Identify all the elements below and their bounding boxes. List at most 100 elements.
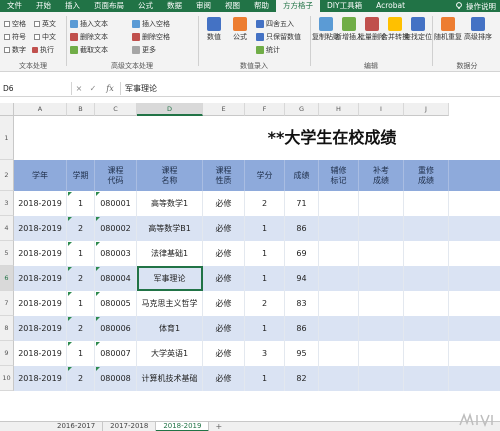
ribbon-tab[interactable]: DIY工具箱 bbox=[320, 0, 369, 12]
ribbon-tab[interactable]: 审阅 bbox=[189, 0, 218, 12]
table-cell[interactable] bbox=[404, 216, 449, 241]
table-cell[interactable]: 2 bbox=[67, 216, 95, 241]
table-header-cell[interactable]: 课程 性质 bbox=[203, 160, 245, 191]
table-cell[interactable]: 1 bbox=[245, 241, 285, 266]
table-cell[interactable]: 必修 bbox=[203, 241, 245, 266]
table-cell[interactable]: 必修 bbox=[203, 191, 245, 216]
sheet-tab[interactable]: 2017-2018 bbox=[103, 422, 157, 431]
statistics-button[interactable]: 统计 bbox=[256, 45, 280, 55]
add-sheet-icon[interactable]: + bbox=[209, 422, 228, 431]
table-cell[interactable] bbox=[404, 266, 449, 291]
ribbon-tab[interactable]: Acrobat bbox=[369, 0, 412, 12]
table-cell[interactable]: 1 bbox=[245, 266, 285, 291]
table-cell[interactable]: 2018-2019 bbox=[14, 216, 67, 241]
table-cell[interactable]: 必修 bbox=[203, 366, 245, 391]
table-header-cell[interactable]: 学分 bbox=[245, 160, 285, 191]
table-header-cell[interactable]: 学年 bbox=[14, 160, 67, 191]
row-header[interactable]: 1 bbox=[0, 116, 14, 160]
table-cell[interactable]: 2018-2019 bbox=[14, 241, 67, 266]
column-header[interactable]: J bbox=[404, 103, 449, 116]
formula-button[interactable]: 公式 bbox=[226, 17, 254, 41]
table-cell[interactable] bbox=[359, 341, 404, 366]
table-cell[interactable]: 2018-2019 bbox=[14, 341, 67, 366]
sheet-tab[interactable]: 2018-2019 bbox=[156, 422, 210, 431]
table-header-cell[interactable]: 课程 代码 bbox=[95, 160, 137, 191]
column-header[interactable]: D bbox=[137, 103, 203, 116]
row-header[interactable]: 2 bbox=[0, 160, 14, 191]
ribbon-tab[interactable]: 文件 bbox=[0, 0, 29, 12]
row-header[interactable]: 7 bbox=[0, 291, 14, 316]
table-cell[interactable]: 必修 bbox=[203, 216, 245, 241]
table-cell[interactable] bbox=[359, 266, 404, 291]
check-symbol[interactable]: 符号 bbox=[4, 32, 26, 42]
column-header[interactable]: G bbox=[285, 103, 319, 116]
table-cell[interactable]: 高等数学B1 bbox=[137, 216, 203, 241]
function-icon[interactable]: fx bbox=[100, 84, 120, 93]
table-cell[interactable]: 大学英语1 bbox=[137, 341, 203, 366]
table-cell[interactable]: 2018-2019 bbox=[14, 316, 67, 341]
table-cell[interactable]: 86 bbox=[285, 316, 319, 341]
table-cell[interactable]: 必修 bbox=[203, 341, 245, 366]
table-cell[interactable]: 2 bbox=[245, 191, 285, 216]
table-cell[interactable] bbox=[404, 291, 449, 316]
table-cell[interactable] bbox=[359, 291, 404, 316]
table-cell[interactable] bbox=[404, 341, 449, 366]
ribbon-tab[interactable]: 开始 bbox=[29, 0, 58, 12]
round-button[interactable]: 四舍五入 bbox=[256, 19, 294, 29]
table-header-cell[interactable]: 补考 成绩 bbox=[359, 160, 404, 191]
table-cell[interactable]: 法律基础1 bbox=[137, 241, 203, 266]
table-cell[interactable]: 1 bbox=[67, 241, 95, 266]
table-cell[interactable] bbox=[404, 241, 449, 266]
table-cell[interactable] bbox=[359, 241, 404, 266]
table-cell[interactable]: 2018-2019 bbox=[14, 191, 67, 216]
table-cell[interactable]: 1 bbox=[245, 316, 285, 341]
table-cell[interactable] bbox=[319, 366, 359, 391]
numeric-button[interactable]: 数值 bbox=[200, 17, 228, 41]
table-cell[interactable]: 2 bbox=[245, 291, 285, 316]
table-cell[interactable] bbox=[319, 241, 359, 266]
select-all-corner[interactable] bbox=[0, 103, 14, 116]
column-header[interactable]: C bbox=[95, 103, 137, 116]
table-cell[interactable] bbox=[319, 216, 359, 241]
table-cell[interactable]: 1 bbox=[245, 216, 285, 241]
table-cell[interactable]: 3 bbox=[245, 341, 285, 366]
table-cell[interactable]: 必修 bbox=[203, 291, 245, 316]
table-cell[interactable] bbox=[359, 316, 404, 341]
tell-me-search[interactable]: 操作说明 bbox=[451, 1, 500, 12]
table-cell[interactable] bbox=[319, 341, 359, 366]
ribbon-tab[interactable]: 公式 bbox=[131, 0, 160, 12]
table-cell[interactable] bbox=[319, 291, 359, 316]
table-cell[interactable]: 1 bbox=[245, 366, 285, 391]
table-cell[interactable]: 080007 bbox=[95, 341, 137, 366]
row-header[interactable]: 9 bbox=[0, 341, 14, 366]
ribbon-tab[interactable]: 数据 bbox=[160, 0, 189, 12]
sheet-tab[interactable]: 2016-2017 bbox=[50, 422, 104, 431]
table-cell[interactable]: 080003 bbox=[95, 241, 137, 266]
table-cell[interactable]: 计算机技术基础 bbox=[137, 366, 203, 391]
table-cell[interactable]: 必修 bbox=[203, 316, 245, 341]
table-cell[interactable] bbox=[319, 266, 359, 291]
column-header[interactable]: B bbox=[67, 103, 95, 116]
random-repeat-button[interactable]: 随机重复 bbox=[434, 17, 462, 41]
find-locate-button[interactable]: 查找定位 bbox=[404, 17, 432, 41]
insert-text-button[interactable]: 插入文本 bbox=[70, 19, 108, 29]
table-cell[interactable]: 马克思主义哲学 bbox=[137, 291, 203, 316]
table-cell[interactable]: 体育1 bbox=[137, 316, 203, 341]
table-header-cell[interactable]: 重修 成绩 bbox=[404, 160, 449, 191]
table-cell[interactable]: 94 bbox=[285, 266, 319, 291]
table-cell[interactable] bbox=[359, 366, 404, 391]
table-header-cell[interactable]: 课程 名称 bbox=[137, 160, 203, 191]
check-space[interactable]: 空格 bbox=[4, 19, 26, 29]
advanced-sort-button[interactable]: 高级排序 bbox=[464, 17, 492, 41]
table-header-cell[interactable]: 辅修 标记 bbox=[319, 160, 359, 191]
table-cell[interactable]: 69 bbox=[285, 241, 319, 266]
table-cell[interactable]: 080008 bbox=[95, 366, 137, 391]
ribbon-tab[interactable]: 帮助 bbox=[247, 0, 276, 12]
table-cell[interactable] bbox=[404, 191, 449, 216]
delete-space-button[interactable]: 删除空格 bbox=[132, 32, 170, 42]
ribbon-tab[interactable]: 页面布局 bbox=[87, 0, 131, 12]
delete-text-button[interactable]: 删除文本 bbox=[70, 32, 108, 42]
table-cell[interactable] bbox=[319, 316, 359, 341]
table-cell[interactable]: 95 bbox=[285, 341, 319, 366]
active-cell[interactable]: 军事理论 bbox=[137, 266, 203, 291]
